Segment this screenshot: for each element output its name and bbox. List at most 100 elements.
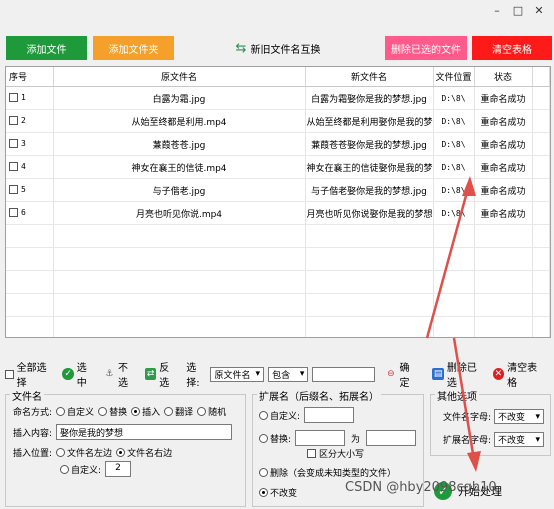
row-new-name: 与子偕老娶你是我的梦想.jpg [305,178,434,202]
row-status: 重命名成功 [474,109,533,133]
clear-table-label: 清空表格 [507,363,538,389]
close-icon[interactable]: ✕ [526,0,552,20]
swap-icon: ⇆ [235,40,247,56]
mode-custom-radio[interactable] [56,407,66,416]
chevron-down-icon: ▾ [299,369,305,379]
ext-custom-input[interactable] [304,407,355,423]
pos-custom-input[interactable]: 2 [105,461,132,477]
filter-text-input[interactable] [312,366,376,382]
pos-right-radio[interactable] [116,448,126,457]
col-header-status[interactable]: 状态 [474,67,533,87]
table-row[interactable]: 3 蒹葭苍苍.jpg 蒹葭苍苍娶你是我的梦想.jpg D:\8\ 重命名成功 [6,132,550,156]
row-number: 5 [21,185,26,194]
naming-mode-label: 命名方式: [13,408,53,418]
match-select-value: 包含 [272,370,291,381]
pos-right-label: 文件名右边 [127,449,173,459]
select-all-checkbox[interactable]: 全部选择 [5,359,54,389]
table-row[interactable]: 1 白露为霜.jpg 白露为霜娶你是我的梦想.jpg D:\8\ 重命名成功 [6,86,550,110]
pos-left-radio[interactable] [56,448,66,457]
row-checkbox[interactable] [9,116,18,125]
row-new-name: 白露为霜娶你是我的梦想.jpg [305,86,434,110]
row-checkbox[interactable] [9,208,18,217]
ext-case-value: 不改变 [498,436,526,446]
pos-left-label: 文件名左边 [67,449,113,459]
mode-translate-radio[interactable] [164,407,174,416]
field-select[interactable]: 原文件名 ▾ [210,366,265,382]
row-checkbox[interactable] [9,162,18,171]
table-row[interactable]: 4 神女在襄王的信徒.mp4 神女在襄王的信徒娶你是我的梦想.mp4 D:\8\… [6,155,550,179]
select-all-box[interactable] [5,369,14,379]
add-files-button[interactable]: 添加文件 [6,36,87,60]
delete-selected-label: 删除已选 [446,363,477,389]
row-checkbox[interactable] [9,185,18,194]
mode-random-radio[interactable] [197,407,207,416]
mode-replace-radio[interactable] [98,407,108,416]
watermark: CSDN @hby2098cgh10 [345,480,497,495]
chevron-down-icon: ▾ [535,411,541,422]
delete-selected-files-button[interactable]: 删除已选的文件 [385,36,467,60]
confirm-icon: ⊖ [387,369,395,379]
pos-custom-label: 自定义: [71,465,102,476]
clear-table-top-button[interactable]: 清空表格 [472,36,552,60]
delete-icon: ▤ [432,368,444,380]
table-header: 序号 原文件名 新文件名 文件位置 状态 [6,67,550,87]
mode-insert-radio[interactable] [131,407,141,416]
swap-names-button[interactable]: ⇆ 新旧文件名互换 [232,36,324,60]
choose-label: 选择: [186,363,200,389]
table-row[interactable]: 6 月亮也听见你说.mp4 月亮也听见你说娶你是我的梦想.mp4 D:\8\ 重… [6,201,550,225]
col-header-index[interactable]: 序号 [6,67,54,87]
deselect-label: 不选 [118,363,129,389]
row-checkbox[interactable] [9,93,18,102]
case-sensitive-checkbox[interactable] [307,449,316,458]
row-number: 3 [21,139,26,148]
insert-content-input[interactable]: 娶你是我的梦想 [56,424,233,440]
row-original-name: 从始至终都是利用.mp4 [53,109,306,133]
ext-custom-label: 自定义: [270,411,301,422]
table-row-empty [6,224,550,248]
ext-keep-radio[interactable] [259,488,268,497]
col-header-original-name[interactable]: 原文件名 [53,67,306,87]
table-row[interactable]: 5 与子偕老.jpg 与子偕老娶你是我的梦想.jpg D:\8\ 重命名成功 [6,178,550,202]
mode-custom-label: 自定义 [67,408,95,418]
deselect-button[interactable]: ⚓ 不选 [104,359,137,389]
ext-delete-radio[interactable] [259,468,268,477]
add-folder-button[interactable]: 添加文件夹 [93,36,174,60]
row-new-name: 蒹葭苍苍娶你是我的梦想.jpg [305,132,434,156]
row-new-name: 从始至终都是利用娶你是我的梦想.mp4 [305,109,434,133]
row-location: D:\8\ [433,178,475,202]
row-new-name: 神女在襄王的信徒娶你是我的梦想.mp4 [305,155,434,179]
pos-custom-radio[interactable] [60,464,69,474]
col-header-new-name[interactable]: 新文件名 [305,67,434,87]
filename-group-title: 文件名 [10,388,44,403]
match-select[interactable]: 包含 ▾ [268,366,309,382]
table-row[interactable]: 2 从始至终都是利用.mp4 从始至终都是利用娶你是我的梦想.mp4 D:\8\… [6,109,550,133]
case-sensitive-label: 区分大小写 [319,450,365,460]
ext-case-label: 扩展名字母: [443,436,492,446]
ext-case-select[interactable]: 不改变 ▾ [494,432,545,447]
row-new-name: 月亮也听见你说娶你是我的梦想.mp4 [305,201,434,225]
delete-selected-button[interactable]: ▤ 删除已选 [432,359,484,389]
col-header-location[interactable]: 文件位置 [433,67,475,87]
invert-label: 反选 [159,363,170,389]
filename-case-select[interactable]: 不改变 ▾ [494,409,545,424]
table-row-empty [6,247,550,271]
ext-replace-to-input[interactable] [366,430,417,446]
ext-replace-radio[interactable] [259,433,268,443]
row-status: 重命名成功 [474,155,533,179]
row-checkbox[interactable] [9,139,18,148]
row-status: 重命名成功 [474,132,533,156]
select-button[interactable]: ✓ 选中 [62,359,95,389]
ext-replace-from-input[interactable] [295,430,346,446]
anchor-icon: ⚓ [105,369,114,379]
invert-button[interactable]: ⇄ 反选 [144,359,178,389]
mode-insert-label: 插入 [142,408,161,418]
extension-group-title: 扩展名（后缀名、拓展名） [257,388,381,403]
check-icon: ✓ [62,368,74,380]
clear-table-button[interactable]: ✕ 清空表格 [492,359,545,389]
file-table: 序号 原文件名 新文件名 文件位置 状态 1 白露为霜.jpg 白露为霜娶你是我… [5,66,551,338]
confirm-button[interactable]: ⊖ 确定 [385,359,418,389]
ext-keep-label: 不改变 [270,489,298,499]
ext-custom-radio[interactable] [259,410,268,420]
swap-names-label: 新旧文件名互换 [250,44,321,56]
other-options-group: 其他选项 文件名字母: 不改变 ▾ 扩展名字母: 不改变 ▾ [430,388,551,456]
